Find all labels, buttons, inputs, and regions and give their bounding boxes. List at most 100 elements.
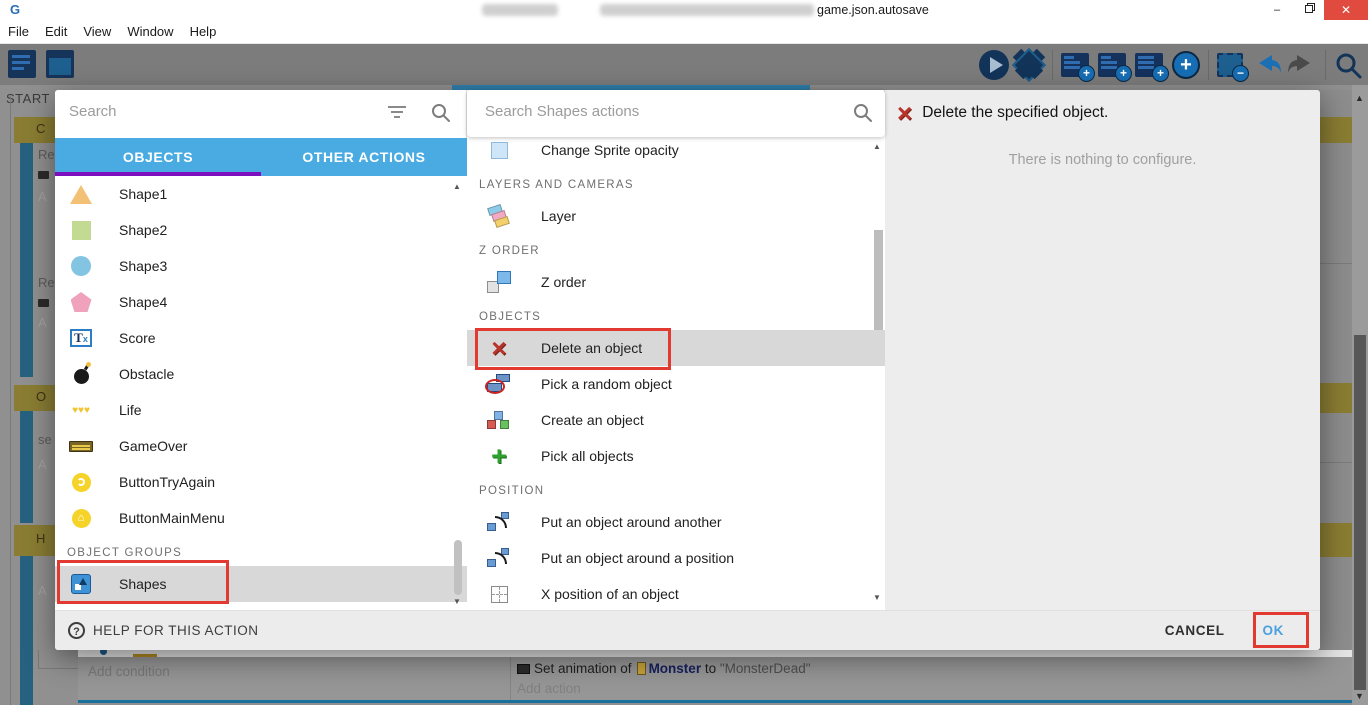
cancel-button[interactable]: CANCEL [1165,623,1225,638]
scroll-up-icon[interactable]: ▲ [1355,93,1364,103]
action-line[interactable]: Set animation ofMonster to "MonsterDead" [517,661,811,676]
add-event-icon[interactable] [1061,53,1089,77]
add-circle-icon[interactable]: + [1172,51,1200,79]
object-item[interactable]: Shape3 [55,248,467,284]
z-order-icon [487,271,511,293]
object-item[interactable]: Shape4 [55,284,467,320]
action-list: Change Sprite opacity LAYERS AND CAMERAS… [467,128,885,610]
scroll-up-icon[interactable]: ▲ [873,142,881,151]
object-group-item-shapes[interactable]: Shapes [55,566,467,602]
menu-edit[interactable]: Edit [45,24,77,39]
action-list-scrollbar[interactable]: ▲ ▼ [871,138,885,608]
action-item[interactable]: Layer [467,198,885,234]
debug-icon[interactable] [1012,48,1046,82]
banner-icon [69,441,93,452]
remove-event-icon[interactable] [1217,53,1243,77]
scrollbar-thumb[interactable] [874,230,883,330]
action-search-input[interactable] [483,102,813,121]
dialog-footer: ? HELP FOR THIS ACTION CANCEL OK [55,610,1320,650]
objects-tab-bar: OBJECTS OTHER ACTIONS [55,138,467,176]
scroll-down-icon[interactable]: ▼ [1355,691,1364,701]
action-label: Z order [541,274,586,290]
help-link[interactable]: ? HELP FOR THIS ACTION [68,622,259,639]
action-label: X position of an object [541,586,679,602]
undo-icon[interactable] [1252,51,1282,79]
object-label: Shape3 [119,258,167,274]
play-icon[interactable] [979,50,1009,80]
maximize-button[interactable] [1294,0,1324,20]
scrollbar-thumb[interactable] [1354,335,1366,690]
tab-objects[interactable]: OBJECTS [55,138,261,176]
scene-editor-icon[interactable] [46,50,74,78]
action-item[interactable]: Change Sprite opacity [467,132,885,168]
menu-file[interactable]: File [8,24,39,39]
event-block-bar [20,411,33,523]
triangle-icon [70,185,92,204]
scroll-down-icon[interactable]: ▼ [453,597,461,606]
green-plus-icon: + [491,446,507,466]
event-header-row [1320,523,1352,557]
action-text: Set animation of [534,661,632,676]
objects-panel: OBJECTS OTHER ACTIONS Shape1 Shape2 Shap… [55,90,467,610]
object-label: Score [119,330,156,346]
close-button[interactable]: ✕ [1324,0,1368,20]
around-position-icon [487,548,511,568]
object-item[interactable]: ButtonTryAgain [55,464,467,500]
object-item[interactable]: Shape2 [55,212,467,248]
action-label: Create an object [541,412,644,428]
action-item[interactable]: Pick a random object [467,366,885,402]
square-icon [72,221,91,240]
opacity-icon [491,142,508,159]
main-scrollbar[interactable]: ▲ ▼ [1352,85,1368,705]
add-condition-link[interactable]: Add condition [88,664,170,679]
search-icon [853,103,873,123]
event-block-bar [20,556,33,705]
layers-icon [487,205,511,227]
object-item[interactable]: Shape1 [55,176,467,212]
title-bar: G game.json.autosave – ✕ [0,0,1368,20]
object-item[interactable]: TxScore [55,320,467,356]
scene-tab-start[interactable]: START [6,91,50,106]
object-search-input[interactable] [67,102,367,121]
action-item[interactable]: X position of an object [467,576,885,610]
action-item[interactable]: Create an object [467,402,885,438]
event-fragment: A [38,583,47,598]
object-label: Shapes [119,576,166,592]
filter-icon[interactable] [388,106,406,120]
minimize-button[interactable]: – [1262,0,1292,20]
event-tree-line [38,650,39,668]
search-icon[interactable] [1334,51,1362,79]
event-tree-line [10,95,11,705]
action-item[interactable]: Put an object around a position [467,540,885,576]
redo-icon[interactable] [1287,51,1317,79]
menu-window[interactable]: Window [127,24,183,39]
menu-view[interactable]: View [83,24,121,39]
menu-bar: File Edit View Window Help [0,20,1368,44]
tab-other-actions[interactable]: OTHER ACTIONS [261,138,467,176]
project-manager-icon[interactable] [8,50,36,78]
object-list-scrollbar[interactable]: ▲ ▼ [451,176,465,610]
object-item[interactable]: ♥♥♥Life [55,392,467,428]
scrollbar-thumb[interactable] [454,540,462,595]
action-item-delete-an-object[interactable]: ×Delete an object [467,330,885,366]
action-label: Put an object around a position [541,550,734,566]
action-item[interactable]: +Pick all objects [467,438,885,474]
event-row: Add condition Set animation ofMonster to… [78,657,1352,700]
object-item[interactable]: GameOver [55,428,467,464]
scroll-up-icon[interactable]: ▲ [453,182,461,191]
object-item[interactable]: Obstacle [55,356,467,392]
action-label: Pick a random object [541,376,672,392]
window-title: game.json.autosave [817,3,929,17]
event-fragment: H [36,531,45,546]
event-fragment: A [38,315,47,330]
scroll-down-icon[interactable]: ▼ [873,593,881,602]
action-label: Change Sprite opacity [541,142,679,158]
menu-help[interactable]: Help [190,24,227,39]
add-action-link[interactable]: Add action [517,681,581,696]
add-comment-icon[interactable] [1135,53,1163,77]
add-subevent-icon[interactable] [1098,53,1126,77]
action-item[interactable]: Put an object around another [467,504,885,540]
action-item[interactable]: Z order [467,264,885,300]
ok-button[interactable]: OK [1263,623,1284,638]
object-item[interactable]: ⌂ButtonMainMenu [55,500,467,536]
